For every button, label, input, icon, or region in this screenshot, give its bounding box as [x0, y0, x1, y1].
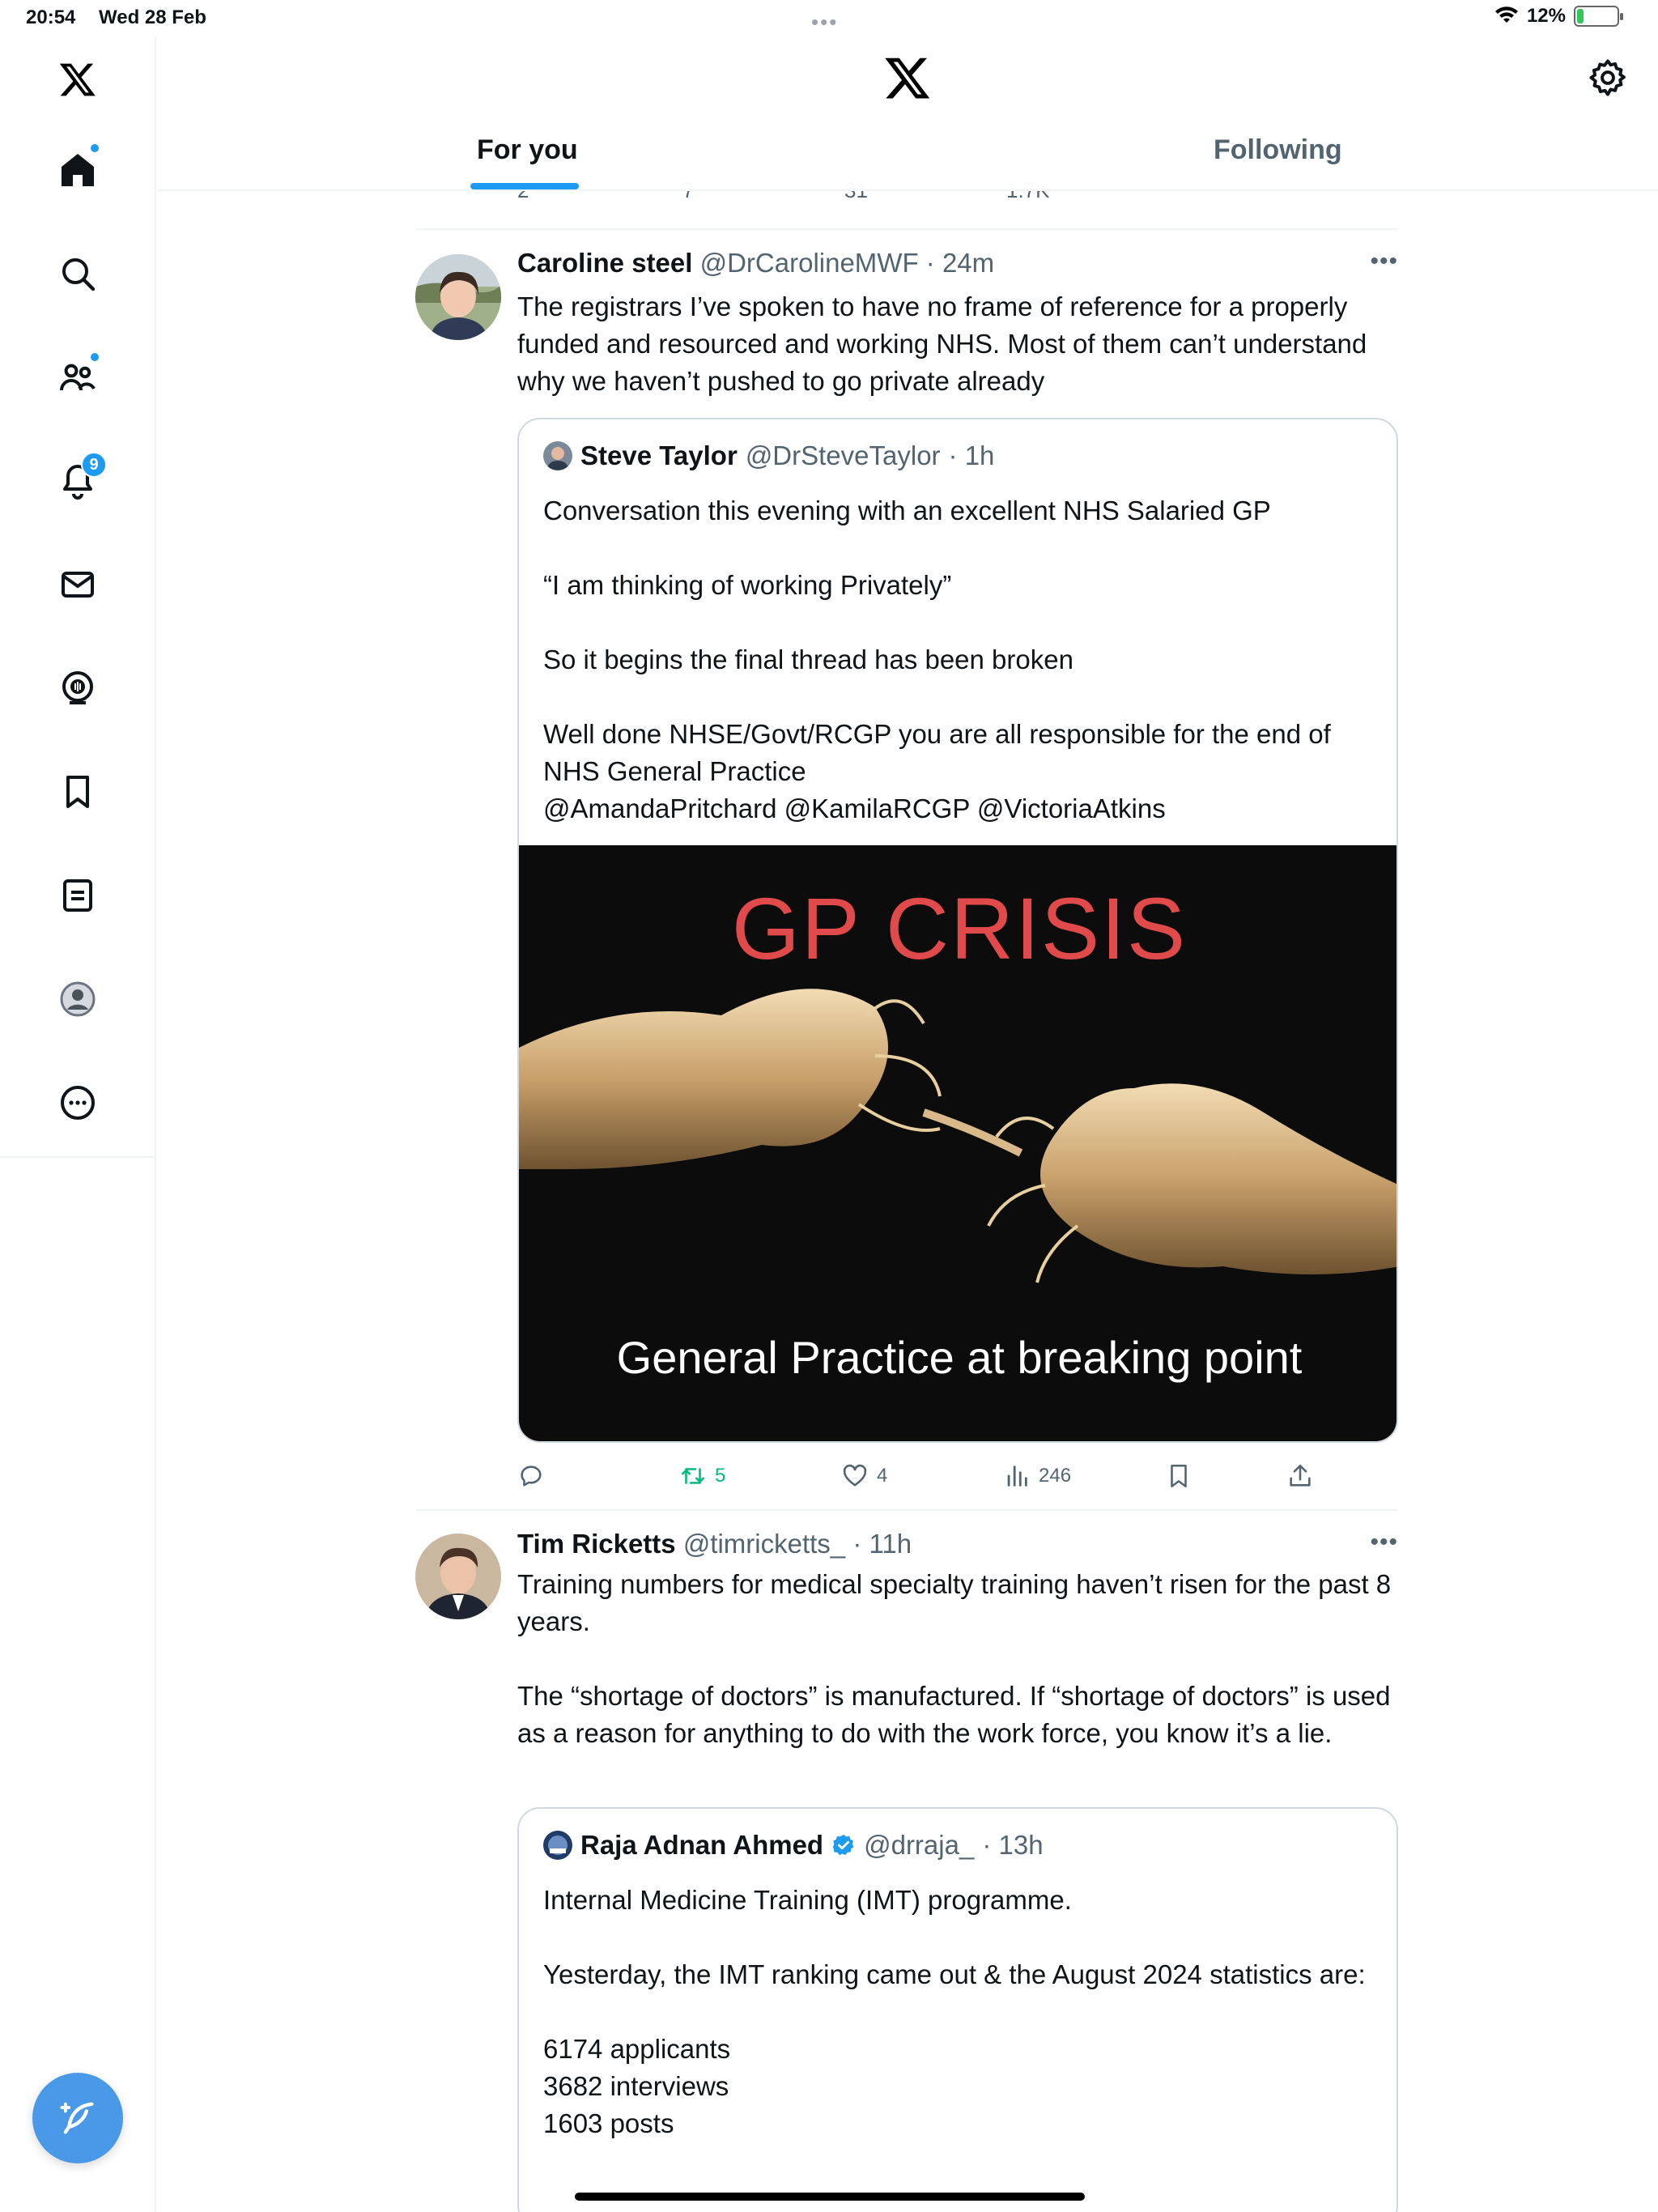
multitasking-dots-icon[interactable]: •••	[811, 10, 838, 35]
tweet-text: Training numbers for medical specialty t…	[517, 1569, 1392, 1748]
views-button[interactable]: 246	[1003, 1462, 1071, 1490]
tweet-header: Tim Ricketts @timricketts_ · 11h	[517, 1529, 912, 1559]
repost-count: 5	[715, 1465, 726, 1487]
sidebar-divider	[0, 1156, 156, 1158]
battery-percent: 12%	[1526, 5, 1566, 27]
spaces-icon[interactable]	[45, 656, 110, 721]
tweet-text: The registrars I’ve spoken to have no fr…	[517, 291, 1375, 396]
quoted-author-name: Steve Taylor	[580, 440, 738, 470]
messages-icon[interactable]	[45, 552, 110, 617]
x-logo-icon[interactable]	[45, 47, 110, 112]
settings-gear-icon[interactable]	[1587, 57, 1629, 99]
tweet-divider	[415, 1509, 1398, 1511]
status-date: Wed 28 Feb	[99, 6, 206, 28]
media-caption-text: General Practice at breaking point	[616, 1332, 1303, 1383]
share-button[interactable]	[1286, 1462, 1314, 1490]
more-options-icon[interactable]: •••	[1370, 248, 1398, 275]
battery-icon	[1574, 6, 1623, 27]
quoted-avatar	[543, 1831, 572, 1860]
more-options-icon[interactable]	[45, 1070, 110, 1135]
quoted-tweet-header: Steve Taylor @DrSteveTaylor · 1h	[543, 440, 994, 471]
quoted-author-handle: @DrSteveTaylor	[745, 440, 941, 470]
bookmark-icon	[1171, 1464, 1187, 1488]
quoted-tweet[interactable]: Steve Taylor @DrSteveTaylor · 1h Convers…	[517, 418, 1398, 1443]
quoted-tweet[interactable]: Raja Adnan Ahmed @drraja_ · 13h Internal…	[517, 1807, 1398, 2212]
like-button[interactable]: 4	[841, 1462, 887, 1490]
author-handle[interactable]: @DrCarolineMWF	[700, 248, 919, 278]
quoted-tweet-time: · 1h	[948, 440, 995, 470]
views-chart-icon	[1007, 1465, 1027, 1487]
quoted-author-handle: @drraja_	[864, 1830, 975, 1860]
status-time: 20:54	[26, 6, 76, 28]
tweet-header: Caroline steel @DrCarolineMWF · 24m	[517, 248, 994, 279]
media-title-text: GP CRISIS	[731, 879, 1188, 977]
tweet-media-image[interactable]: GP CRISIS General Practice at breaking p…	[519, 845, 1397, 1441]
tweet[interactable]: Caroline steel @DrCarolineMWF · 24m ••• …	[415, 248, 1398, 1508]
repost-button[interactable]: 5	[679, 1462, 725, 1490]
home-indicator[interactable]	[575, 2193, 1085, 2201]
view-count: 246	[1039, 1465, 1072, 1487]
communities-notification-dot	[89, 351, 100, 363]
verified-badge-icon	[832, 1834, 854, 1856]
profile-avatar-icon[interactable]	[45, 967, 110, 1032]
quoted-tweet-time: · 13h	[982, 1830, 1044, 1860]
repost-icon	[681, 1468, 705, 1484]
compose-feather-icon	[60, 2102, 94, 2134]
notifications-icon[interactable]: 9	[45, 449, 110, 513]
timeline-header: For you Following	[158, 37, 1658, 191]
avatar[interactable]	[415, 1534, 501, 1619]
avatar[interactable]	[415, 254, 501, 340]
bookmarks-icon[interactable]	[45, 759, 110, 824]
compose-post-button[interactable]	[32, 2073, 123, 2163]
notifications-badge: 9	[81, 452, 107, 478]
lists-icon[interactable]	[45, 863, 110, 928]
bookmark-button[interactable]	[1165, 1462, 1192, 1490]
tab-for-you[interactable]: For you	[477, 134, 578, 166]
tweet[interactable]: Tim Ricketts @timricketts_ · 11h ••• Tra…	[415, 1529, 1398, 2212]
author-name[interactable]: Caroline steel	[517, 248, 692, 278]
reply-icon	[521, 1465, 542, 1487]
quoted-avatar	[543, 441, 572, 470]
quoted-tweet-text: Conversation this evening with an excell…	[543, 496, 1331, 823]
tweet-time: · 11h	[852, 1529, 912, 1559]
tweet-actions: 5 4 246	[517, 1462, 1398, 1503]
communities-icon[interactable]	[45, 345, 110, 410]
sidebar: 9	[0, 37, 156, 2212]
share-icon	[1290, 1464, 1311, 1487]
home-notification-dot	[89, 143, 100, 154]
active-tab-indicator	[470, 183, 579, 189]
tab-following[interactable]: Following	[1214, 134, 1342, 166]
more-options-icon[interactable]: •••	[1370, 1529, 1398, 1556]
author-name[interactable]: Tim Ricketts	[517, 1529, 676, 1559]
wifi-icon	[1494, 6, 1518, 23]
reply-button[interactable]	[517, 1462, 553, 1490]
search-icon[interactable]	[45, 241, 110, 306]
like-count: 4	[877, 1465, 888, 1487]
x-logo-icon	[885, 57, 930, 99]
quoted-author-name: Raja Adnan Ahmed	[580, 1830, 824, 1860]
quoted-tweet-header: Raja Adnan Ahmed @drraja_ · 13h	[543, 1830, 1044, 1861]
home-icon[interactable]	[45, 138, 110, 202]
author-handle[interactable]: @timricketts_	[683, 1529, 845, 1559]
tweet-time: · 24m	[925, 248, 995, 278]
heart-icon	[843, 1464, 867, 1487]
quoted-tweet-text: Internal Medicine Training (IMT) program…	[543, 1885, 1366, 2138]
status-bar: 20:54 Wed 28 Feb ••• 12%	[0, 0, 1658, 37]
